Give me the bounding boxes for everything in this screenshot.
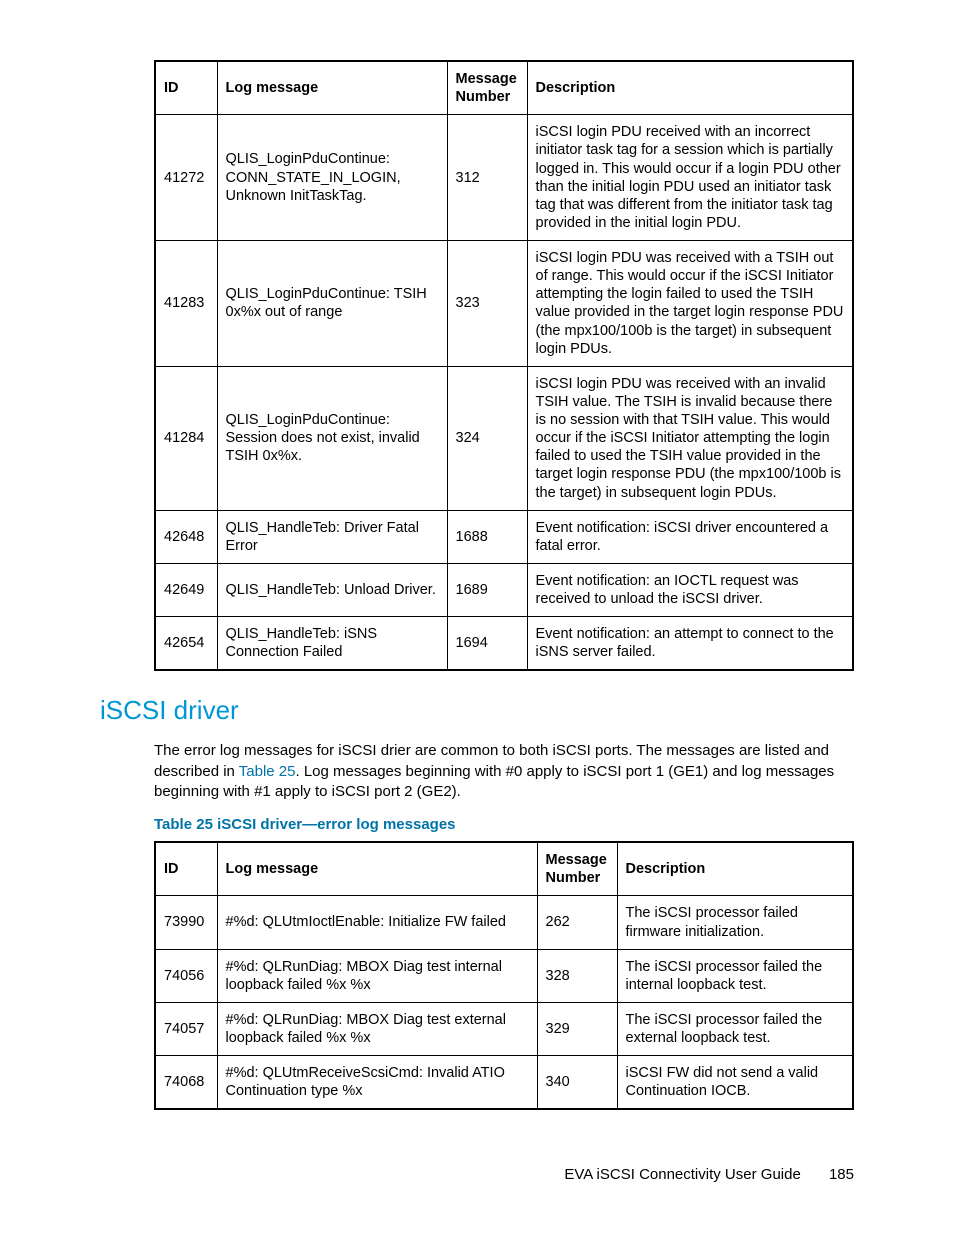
table-25-link[interactable]: Table 25 xyxy=(239,763,296,780)
cell-msg: QLIS_LoginPduContinue: Session does not … xyxy=(217,366,447,510)
cell-desc: iSCSI FW did not send a valid Continuati… xyxy=(617,1056,853,1110)
cell-id: 74068 xyxy=(155,1056,217,1110)
cell-id: 42649 xyxy=(155,563,217,616)
cell-num: 329 xyxy=(537,1002,617,1055)
table-header-row: ID Log message Message Number Descriptio… xyxy=(155,842,853,896)
col-logmsg: Log message xyxy=(217,842,537,896)
table-row: 74056 #%d: QLRunDiag: MBOX Diag test int… xyxy=(155,949,853,1002)
cell-num: 312 xyxy=(447,115,527,241)
cell-msg: QLIS_LoginPduContinue: CONN_STATE_IN_LOG… xyxy=(217,115,447,241)
cell-id: 41283 xyxy=(155,241,217,367)
cell-id: 73990 xyxy=(155,896,217,949)
cell-id: 42648 xyxy=(155,510,217,563)
page-footer: EVA iSCSI Connectivity User Guide 185 xyxy=(564,1166,854,1183)
cell-num: 1689 xyxy=(447,563,527,616)
col-desc: Description xyxy=(527,61,853,115)
col-msgnum: Message Number xyxy=(537,842,617,896)
cell-desc: Event notification: iSCSI driver encount… xyxy=(527,510,853,563)
cell-msg: #%d: QLUtmIoctlEnable: Initialize FW fai… xyxy=(217,896,537,949)
cell-num: 324 xyxy=(447,366,527,510)
table-row: 74068 #%d: QLUtmReceiveScsiCmd: Invalid … xyxy=(155,1056,853,1110)
cell-num: 1694 xyxy=(447,617,527,671)
cell-desc: The iSCSI processor failed firmware init… xyxy=(617,896,853,949)
cell-msg: QLIS_HandleTeb: Driver Fatal Error xyxy=(217,510,447,563)
cell-num: 323 xyxy=(447,241,527,367)
cell-desc: iSCSI login PDU was received with an inv… xyxy=(527,366,853,510)
table-header-row: ID Log message Message Number Descriptio… xyxy=(155,61,853,115)
footer-page-number: 185 xyxy=(829,1166,854,1183)
col-msgnum: Message Number xyxy=(447,61,527,115)
section-heading-iscsi-driver: iSCSI driver xyxy=(100,695,854,726)
cell-id: 41272 xyxy=(155,115,217,241)
cell-msg: QLIS_HandleTeb: iSNS Connection Failed xyxy=(217,617,447,671)
table-25-caption: Table 25 iSCSI driver—error log messages xyxy=(154,816,854,833)
cell-desc: The iSCSI processor failed the internal … xyxy=(617,949,853,1002)
cell-num: 262 xyxy=(537,896,617,949)
table-row: 42654 QLIS_HandleTeb: iSNS Connection Fa… xyxy=(155,617,853,671)
error-log-table-continued: ID Log message Message Number Descriptio… xyxy=(154,60,854,671)
col-id: ID xyxy=(155,61,217,115)
cell-num: 328 xyxy=(537,949,617,1002)
cell-desc: iSCSI login PDU received with an incorre… xyxy=(527,115,853,241)
table-row: 41283 QLIS_LoginPduContinue: TSIH 0x%x o… xyxy=(155,241,853,367)
cell-num: 1688 xyxy=(447,510,527,563)
table-row: 73990 #%d: QLUtmIoctlEnable: Initialize … xyxy=(155,896,853,949)
iscsi-driver-error-log-table: ID Log message Message Number Descriptio… xyxy=(154,841,854,1110)
table-row: 41272 QLIS_LoginPduContinue: CONN_STATE_… xyxy=(155,115,853,241)
cell-num: 340 xyxy=(537,1056,617,1110)
col-logmsg: Log message xyxy=(217,61,447,115)
col-desc: Description xyxy=(617,842,853,896)
cell-id: 41284 xyxy=(155,366,217,510)
col-id: ID xyxy=(155,842,217,896)
cell-id: 74057 xyxy=(155,1002,217,1055)
cell-desc: Event notification: an attempt to connec… xyxy=(527,617,853,671)
cell-desc: The iSCSI processor failed the external … xyxy=(617,1002,853,1055)
table-row: 42649 QLIS_HandleTeb: Unload Driver. 168… xyxy=(155,563,853,616)
cell-id: 42654 xyxy=(155,617,217,671)
cell-id: 74056 xyxy=(155,949,217,1002)
section-paragraph: The error log messages for iSCSI drier a… xyxy=(154,741,854,802)
footer-title: EVA iSCSI Connectivity User Guide xyxy=(564,1166,800,1183)
cell-desc: Event notification: an IOCTL request was… xyxy=(527,563,853,616)
cell-msg: #%d: QLUtmReceiveScsiCmd: Invalid ATIO C… xyxy=(217,1056,537,1110)
cell-msg: #%d: QLRunDiag: MBOX Diag test internal … xyxy=(217,949,537,1002)
cell-msg: QLIS_HandleTeb: Unload Driver. xyxy=(217,563,447,616)
cell-desc: iSCSI login PDU was received with a TSIH… xyxy=(527,241,853,367)
table-row: 42648 QLIS_HandleTeb: Driver Fatal Error… xyxy=(155,510,853,563)
table-row: 41284 QLIS_LoginPduContinue: Session doe… xyxy=(155,366,853,510)
cell-msg: #%d: QLRunDiag: MBOX Diag test external … xyxy=(217,1002,537,1055)
table-row: 74057 #%d: QLRunDiag: MBOX Diag test ext… xyxy=(155,1002,853,1055)
cell-msg: QLIS_LoginPduContinue: TSIH 0x%x out of … xyxy=(217,241,447,367)
